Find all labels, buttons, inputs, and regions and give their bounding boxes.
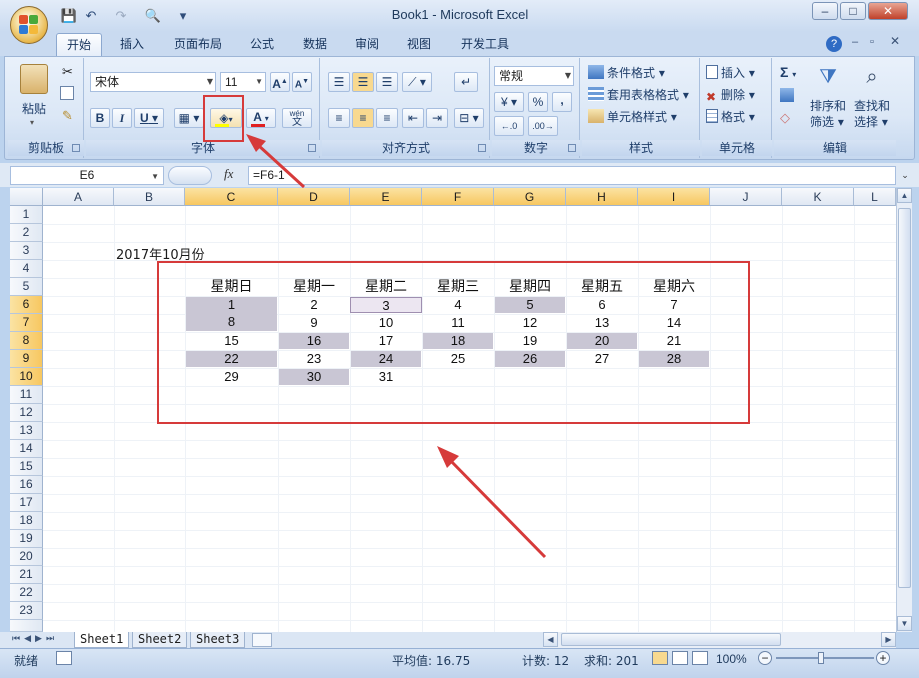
scroll-right-icon[interactable]: ▶ — [881, 632, 896, 647]
horizontal-scrollbar[interactable]: ◀ ▶ — [543, 632, 896, 648]
status-sum: 求和: 201 — [584, 654, 639, 668]
sheet-tab-3[interactable]: Sheet3 — [190, 632, 246, 648]
scroll-left-icon[interactable]: ◀ — [543, 632, 558, 647]
sheet-tab-1[interactable]: Sheet1 — [74, 632, 130, 648]
sheet-nav-icon[interactable]: ⏮◀▶⏭ — [12, 633, 58, 644]
office-button[interactable] — [10, 6, 48, 44]
zoom-level[interactable]: 100% — [716, 652, 747, 666]
page-layout-view-icon[interactable] — [672, 651, 688, 665]
vertical-scrollbar[interactable]: ▲ ▼ — [896, 188, 912, 632]
arrow-to-calendar — [437, 446, 547, 559]
zoom-slider-track[interactable] — [776, 657, 874, 659]
zoom-out-icon[interactable]: − — [758, 651, 772, 665]
horizontal-scroll-thumb[interactable] — [561, 633, 781, 646]
annotation-arrows — [246, 134, 547, 559]
sheet-tab-2[interactable]: Sheet2 — [132, 632, 188, 648]
zoom-in-icon[interactable]: + — [876, 651, 890, 665]
normal-view-icon[interactable] — [652, 651, 668, 665]
page-break-view-icon[interactable] — [692, 651, 708, 665]
arrow-to-fill-button — [246, 134, 306, 189]
vertical-scroll-thumb[interactable] — [898, 208, 911, 588]
insert-sheet-icon[interactable] — [252, 633, 272, 647]
office-logo-icon — [19, 15, 39, 35]
status-average: 平均值: 16.75 — [392, 654, 471, 668]
status-count: 计数: 12 — [522, 654, 570, 668]
macro-record-icon[interactable] — [56, 651, 72, 665]
scroll-up-icon[interactable]: ▲ — [897, 188, 912, 203]
zoom-slider-thumb[interactable] — [818, 652, 824, 664]
scroll-down-icon[interactable]: ▼ — [897, 616, 912, 631]
status-ready: 就绪 — [14, 654, 39, 668]
